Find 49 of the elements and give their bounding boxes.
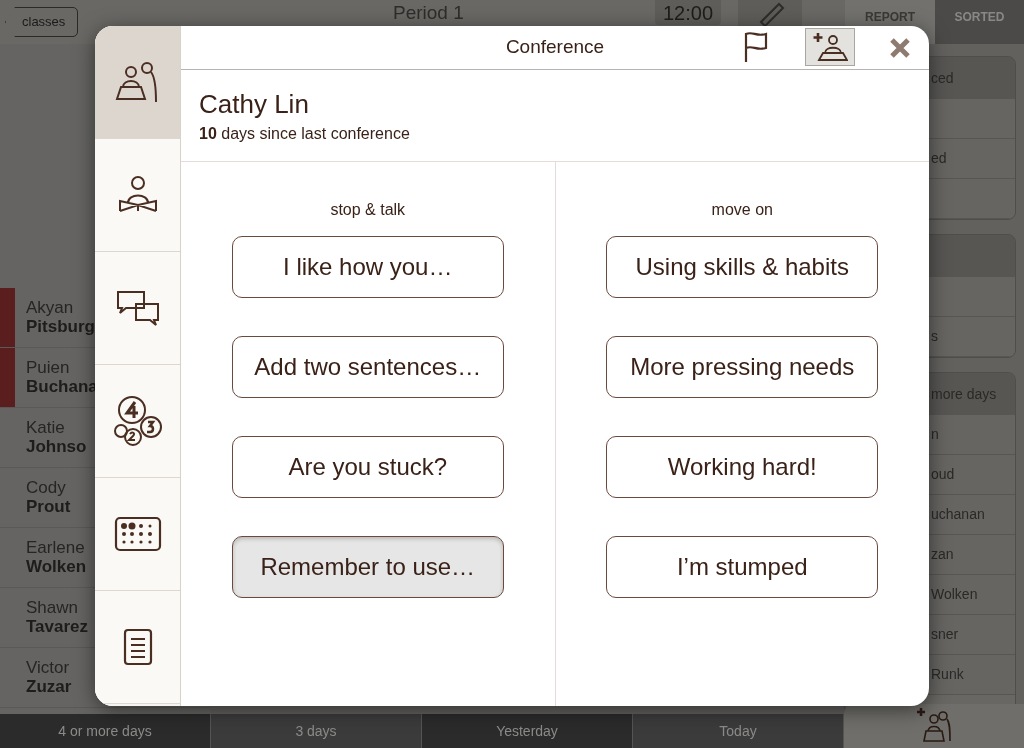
- last-name: Prout: [26, 497, 72, 517]
- close-icon: [890, 38, 910, 58]
- sidebar-tab[interactable]: [95, 478, 180, 591]
- prompt-button[interactable]: Using skills & habits: [606, 236, 879, 298]
- add-person-icon: [914, 707, 954, 745]
- sidebar-tab[interactable]: [95, 252, 180, 365]
- prompt-button[interactable]: Remember to use…: [231, 536, 504, 598]
- sidebar-tab[interactable]: [95, 139, 180, 252]
- filter-tab[interactable]: 4 or more days: [0, 714, 211, 748]
- last-name: Buchana: [26, 377, 99, 397]
- prompt-button[interactable]: More pressing needs: [606, 336, 879, 398]
- filter-tab[interactable]: 3 days: [211, 714, 422, 748]
- notes-icon: [122, 628, 153, 666]
- prompt-button[interactable]: I like how you…: [231, 236, 504, 298]
- prompt-button[interactable]: Add two sentences…: [231, 336, 504, 398]
- add-conference-button[interactable]: [844, 704, 1024, 748]
- first-name: Cody: [26, 478, 67, 497]
- first-name: Katie: [26, 418, 66, 437]
- filter-tab[interactable]: Yesterday: [422, 714, 633, 748]
- last-name: Pitsburg: [26, 317, 96, 337]
- dialog-title: Conference: [505, 35, 605, 60]
- first-name: Akyan: [26, 298, 75, 317]
- first-name: Shawn: [26, 598, 79, 617]
- last-name: Wolken: [26, 557, 88, 577]
- prompt-button[interactable]: I’m stumped: [606, 536, 879, 598]
- sidebar-tab[interactable]: [95, 591, 180, 704]
- sorted-tab[interactable]: SORTED: [935, 0, 1024, 44]
- prompt-button[interactable]: Are you stuck?: [231, 436, 504, 498]
- first-name: Puien: [26, 358, 71, 377]
- add-person-icon: [812, 32, 848, 62]
- column-heading: stop & talk: [330, 200, 406, 220]
- last-name: Johnso: [26, 437, 88, 457]
- sidebar-tab[interactable]: [95, 26, 180, 139]
- column-heading: move on: [711, 200, 773, 220]
- first-name: Victor: [26, 658, 71, 677]
- time-display: 12:00: [655, 0, 721, 25]
- days-since-text: 10 days since last conference: [199, 124, 411, 144]
- dot-grid-icon: [113, 516, 162, 552]
- sidebar-tab[interactable]: [95, 365, 180, 478]
- prompt-button[interactable]: Working hard!: [606, 436, 879, 498]
- flag-icon: [743, 31, 769, 63]
- back-button[interactable]: classes: [5, 7, 79, 37]
- last-name: Zuzar: [26, 677, 73, 697]
- last-name: Tavarez: [26, 617, 90, 637]
- page-title: Period 1: [393, 2, 464, 24]
- first-name: Earlene: [26, 538, 86, 557]
- filter-tab[interactable]: Today: [633, 714, 844, 748]
- add-person-button[interactable]: [805, 28, 855, 66]
- student-name: Cathy Lin: [199, 88, 310, 120]
